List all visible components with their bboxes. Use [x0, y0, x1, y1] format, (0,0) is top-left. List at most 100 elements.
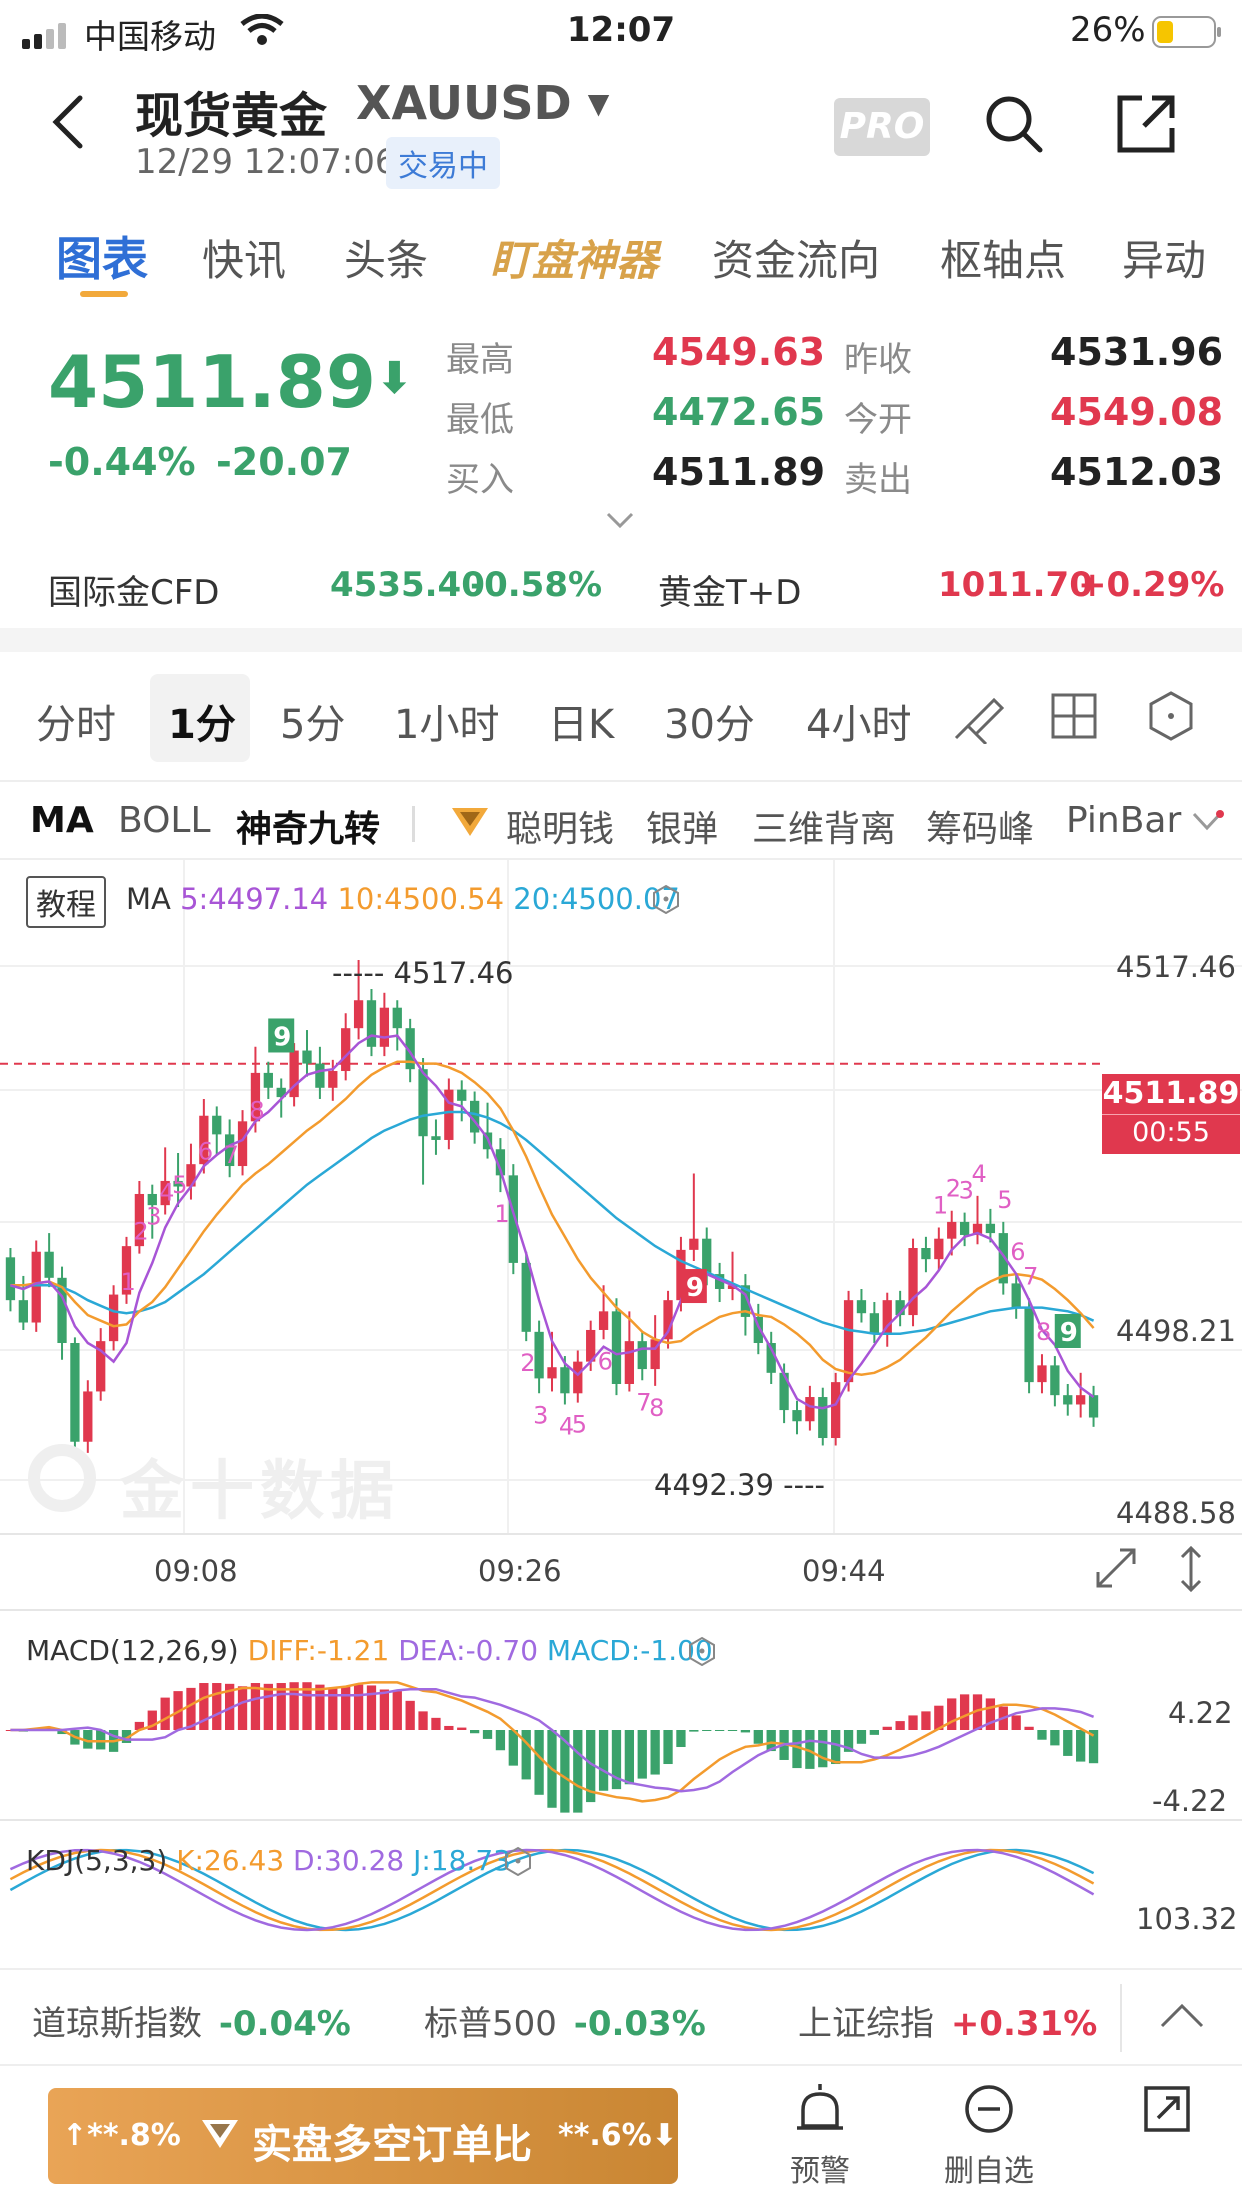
period-timeshare[interactable]: 分时 — [36, 692, 116, 750]
tab-monitor[interactable]: 盯盘神器 — [490, 227, 658, 288]
candle-body — [108, 1294, 119, 1342]
left-pct: ↑**.8% — [62, 2118, 181, 2153]
candle-body — [341, 1028, 351, 1072]
sequence-number: 2 — [520, 1349, 535, 1377]
chart-area[interactable]: 123456781234567812345678999 教程 MA 5:4497… — [0, 860, 1242, 1968]
prev-close-value: 4531.96 — [1050, 330, 1224, 374]
indicator-silver-bullet[interactable]: 银弹 — [646, 800, 718, 852]
long-short-ratio-button[interactable]: ↑**.8% 实盘多空订单比 **.6%⬇ — [48, 2088, 678, 2184]
share-chart-button[interactable] — [1140, 2082, 1200, 2152]
index-shanghai-name: 上证综指 — [798, 2004, 934, 2044]
macd-bar — [482, 1730, 493, 1739]
indicator-nine[interactable]: 神奇九转 — [236, 800, 380, 852]
back-button[interactable] — [48, 92, 98, 152]
ma-settings-button[interactable] — [652, 884, 680, 918]
indicator-more-button[interactable] — [1190, 810, 1224, 838]
header: 现货黄金 XAUUSD ▼ 12/29 12:07:06 交易中 PRO — [0, 62, 1242, 192]
macd-bar — [714, 1730, 725, 1731]
expand-quote-button[interactable] — [604, 510, 636, 534]
indicator-divergence[interactable]: 三维背离 — [752, 800, 896, 852]
kdj-title: KDJ(5,3,3) — [26, 1844, 168, 1877]
macd-bar — [341, 1686, 351, 1730]
index-bar-divider — [1120, 1984, 1122, 2052]
sequence-number: 5 — [572, 1411, 587, 1439]
candle-body — [959, 1221, 970, 1235]
macd-bar — [263, 1683, 273, 1730]
search-button[interactable] — [982, 92, 1046, 156]
indicator-ma[interactable]: MA — [30, 800, 94, 841]
right-pct: **.6%⬇ — [558, 2118, 677, 2153]
open-value: 4549.08 — [1050, 390, 1224, 434]
period-4hour[interactable]: 4小时 — [806, 692, 911, 750]
tutorial-button[interactable]: 教程 — [26, 876, 106, 928]
indicator-boll[interactable]: BOLL — [118, 800, 211, 841]
period-30min[interactable]: 30分 — [664, 692, 755, 750]
macd-dea: DEA:-0.70 — [398, 1634, 539, 1667]
ma-legend: MA 5:4497.14 10:4500.54 20:4500.07 — [126, 882, 680, 916]
index-bar: 道琼斯指数 -0.04% 标普500 -0.03% 上证综指 +0.31% — [0, 1968, 1242, 2066]
tab-pivot[interactable]: 枢轴点 — [940, 227, 1066, 288]
macd-bar — [1050, 1730, 1060, 1746]
candlestick-chart[interactable]: 123456 78123 4567812345678999 — [0, 860, 1242, 1968]
drawing-pen-icon — [954, 697, 1005, 746]
change-abs: -20.07 — [216, 440, 352, 484]
index-sp500-value: -0.03% — [573, 2004, 706, 2044]
period-1min[interactable]: 1分 — [168, 692, 236, 750]
macd-bar — [947, 1698, 957, 1730]
candle-body — [792, 1410, 802, 1422]
indicator-chips[interactable]: 筹码峰 — [926, 800, 1034, 852]
macd-bar — [379, 1689, 390, 1730]
period-5min[interactable]: 5分 — [280, 692, 345, 750]
draw-tool-button[interactable] — [950, 690, 1005, 748]
macd-settings-button[interactable] — [688, 1636, 716, 1670]
layout-button[interactable] — [1050, 692, 1098, 744]
kdj-j: J:18.73 — [413, 1844, 511, 1877]
symbol-selector[interactable]: XAUUSD ▼ — [356, 76, 609, 130]
indicator-pinbar[interactable]: PinBar — [1066, 800, 1181, 841]
macd-bar — [495, 1730, 506, 1751]
kdj-settings-button[interactable] — [504, 1846, 532, 1880]
index-shanghai[interactable]: 上证综指 +0.31% — [798, 1996, 1097, 2045]
vertical-scale-button[interactable] — [1178, 1544, 1204, 1598]
alert-button[interactable]: 预警 — [770, 2082, 870, 2202]
reference-row: 国际金CFD 4535.40 -0.58% 黄金T+D 1011.70 +0.2… — [0, 545, 1242, 625]
period-1hour[interactable]: 1小时 — [394, 692, 499, 750]
last-price: 4511.89⬇ — [48, 340, 413, 424]
index-sp500[interactable]: 标普500 -0.03% — [424, 1996, 706, 2045]
candle-body — [843, 1300, 854, 1383]
pro-button[interactable]: PRO — [834, 98, 930, 156]
chevron-left-icon — [52, 95, 83, 149]
index-dow-name: 道琼斯指数 — [32, 2004, 202, 2044]
indicator-smart-money[interactable]: 聪明钱 — [506, 800, 614, 852]
remove-watchlist-button[interactable]: 删自选 — [934, 2082, 1044, 2202]
tab-chart[interactable]: 图表 — [56, 223, 148, 289]
y-label-bottom: 4488.58 — [1116, 1496, 1236, 1530]
candle-body — [70, 1343, 80, 1442]
last-price-value: 4511.89 — [48, 340, 376, 424]
candle-body — [392, 1007, 402, 1029]
tab-headlines[interactable]: 头条 — [344, 227, 428, 288]
period-daily[interactable]: 日K — [548, 692, 614, 750]
settings-button[interactable] — [1148, 690, 1194, 746]
expand-icon — [1096, 1548, 1136, 1588]
fullscreen-button[interactable] — [1094, 1546, 1138, 1594]
diamond-icon — [448, 804, 492, 844]
tab-movement[interactable]: 异动 — [1122, 227, 1206, 288]
macd-bar — [1024, 1726, 1034, 1730]
remove-label: 删自选 — [944, 2154, 1034, 2189]
index-collapse-button[interactable] — [1158, 2000, 1206, 2034]
share-button[interactable] — [1114, 92, 1178, 156]
index-dow[interactable]: 道琼斯指数 -0.04% — [32, 1996, 351, 2045]
kdj-k: K:26.43 — [176, 1844, 285, 1877]
vertical-arrows-icon — [1180, 1545, 1202, 1593]
sequence-number: 1 — [494, 1200, 509, 1228]
macd-bar — [96, 1730, 106, 1750]
status-bar: 中国移动 12:07 26% — [0, 0, 1242, 62]
sequence-number: 3 — [146, 1203, 161, 1231]
candle-body — [263, 1072, 273, 1088]
hexagon-settings-icon — [1149, 691, 1193, 741]
quote-panel: 4511.89⬇ -0.44% -20.07 最高 4549.63 最低 447… — [0, 310, 1242, 540]
tab-fund-flow[interactable]: 资金流向 — [712, 227, 880, 288]
tab-flash[interactable]: 快讯 — [202, 227, 286, 288]
macd-bar — [856, 1730, 867, 1744]
